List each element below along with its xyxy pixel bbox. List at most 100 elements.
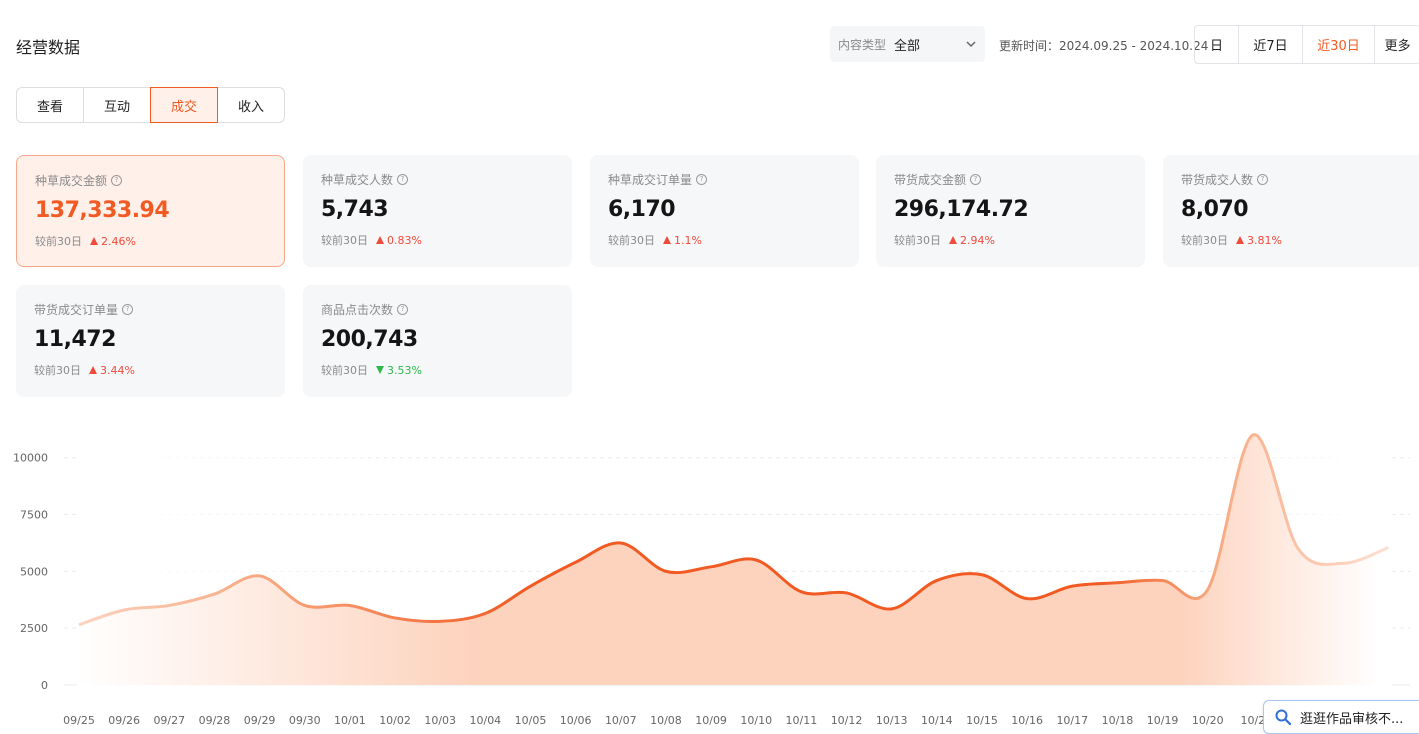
metric-card[interactable]: 种草成交订单量? 6,170 较前30日 1.1% bbox=[590, 155, 859, 267]
x-tick-label: 10/16 bbox=[1011, 714, 1043, 727]
metric-value: 11,472 bbox=[34, 327, 116, 352]
metric-card[interactable]: 商品点击次数? 200,743 较前30日 3.53% bbox=[303, 285, 572, 397]
metric-trend: 2.94% bbox=[949, 234, 995, 247]
data-point[interactable] bbox=[1295, 546, 1301, 552]
trend-chart: 025005000750010000 09/25 09/26 09/27 09/28 0… bbox=[13, 420, 1410, 727]
metric-tabs: 查看 互动 成交 收入 bbox=[16, 87, 285, 123]
metric-card[interactable]: 带货成交人数? 8,070 较前30日 3.81% bbox=[1163, 155, 1419, 267]
x-tick-label: 10/01 bbox=[334, 714, 366, 727]
data-point[interactable] bbox=[1250, 432, 1256, 438]
metric-value: 6,170 bbox=[608, 197, 676, 222]
y-tick-label: 10000 bbox=[13, 452, 48, 465]
trend-arrow-icon bbox=[376, 366, 384, 374]
x-tick-label: 10/10 bbox=[740, 714, 772, 727]
data-point[interactable] bbox=[753, 557, 759, 563]
help-icon[interactable]: ? bbox=[397, 304, 409, 315]
metric-compare-label: 较前30日 bbox=[894, 234, 941, 247]
tab-deal[interactable]: 成交 bbox=[150, 87, 218, 123]
range-more-button[interactable]: 更多 bbox=[1375, 26, 1419, 63]
data-point[interactable] bbox=[1069, 583, 1075, 589]
data-point[interactable] bbox=[166, 602, 172, 608]
metric-title: 商品点击次数 bbox=[321, 303, 394, 317]
data-point[interactable] bbox=[618, 540, 624, 546]
data-point[interactable] bbox=[889, 606, 895, 612]
data-point[interactable] bbox=[1205, 587, 1211, 593]
x-tick-label: 10/14 bbox=[921, 714, 953, 727]
x-tick-label: 10/02 bbox=[379, 714, 411, 727]
metric-change: 0.83% bbox=[387, 233, 422, 247]
metric-value: 200,743 bbox=[321, 327, 418, 352]
metric-title: 种草成交人数 bbox=[321, 173, 394, 187]
y-tick-label: 2500 bbox=[20, 622, 48, 635]
data-point[interactable] bbox=[392, 615, 398, 621]
chart-area-fade bbox=[77, 420, 1393, 686]
metric-trend: 3.44% bbox=[89, 364, 135, 377]
x-tick-label: 10/07 bbox=[605, 714, 637, 727]
content-type-label: 内容类型 bbox=[838, 37, 887, 52]
floating-search-widget[interactable]: 逛逛作品审核不... bbox=[1263, 700, 1419, 734]
metric-card[interactable]: 种草成交金额? 137,333.94 较前30日 2.46% bbox=[16, 155, 285, 267]
data-point[interactable] bbox=[573, 559, 579, 565]
range-day-button[interactable]: 日 bbox=[1195, 26, 1239, 63]
x-tick-label: 10/05 bbox=[515, 714, 547, 727]
metric-compare-label: 较前30日 bbox=[1181, 234, 1228, 247]
content-type-select[interactable]: 内容类型 全部 bbox=[830, 26, 985, 62]
data-point[interactable] bbox=[347, 602, 353, 608]
data-point[interactable] bbox=[1160, 577, 1166, 583]
y-tick-label: 7500 bbox=[20, 509, 48, 522]
trend-arrow-icon bbox=[376, 236, 384, 244]
tab-interaction[interactable]: 互动 bbox=[83, 87, 151, 123]
data-point[interactable] bbox=[798, 589, 804, 595]
data-point[interactable] bbox=[979, 572, 985, 578]
range-7d-button[interactable]: 近7日 bbox=[1239, 26, 1303, 63]
help-icon[interactable]: ? bbox=[122, 304, 134, 315]
help-icon[interactable]: ? bbox=[397, 174, 409, 185]
metric-change: 1.1% bbox=[674, 233, 702, 247]
data-point[interactable] bbox=[1385, 545, 1391, 551]
trend-arrow-icon bbox=[663, 236, 671, 244]
metric-compare-label: 较前30日 bbox=[608, 234, 655, 247]
data-point[interactable] bbox=[528, 583, 534, 589]
metric-value: 8,070 bbox=[1181, 197, 1249, 222]
range-30d-button[interactable]: 近30日 bbox=[1303, 26, 1375, 63]
x-tick-label: 10/19 bbox=[1147, 714, 1179, 727]
data-point[interactable] bbox=[257, 573, 263, 579]
metric-compare-label: 较前30日 bbox=[35, 235, 82, 248]
data-point[interactable] bbox=[844, 590, 850, 596]
x-tick-label: 09/28 bbox=[199, 714, 231, 727]
metric-trend: 3.81% bbox=[1236, 234, 1282, 247]
data-point[interactable] bbox=[302, 602, 308, 608]
chevron-down-icon bbox=[965, 38, 977, 50]
x-tick-label: 10/08 bbox=[650, 714, 682, 727]
metric-compare-label: 较前30日 bbox=[321, 234, 368, 247]
data-point[interactable] bbox=[663, 568, 669, 574]
data-point[interactable] bbox=[1340, 560, 1346, 566]
x-tick-label: 10/06 bbox=[560, 714, 592, 727]
metric-compare-label: 较前30日 bbox=[34, 364, 81, 377]
help-icon[interactable]: ? bbox=[111, 175, 123, 186]
x-tick-label: 10/03 bbox=[424, 714, 456, 727]
data-point[interactable] bbox=[437, 618, 443, 624]
data-point[interactable] bbox=[1024, 596, 1030, 602]
metric-title: 种草成交订单量 bbox=[608, 173, 693, 187]
metric-value: 296,174.72 bbox=[894, 197, 1029, 222]
data-point[interactable] bbox=[708, 564, 714, 570]
x-tick-label: 10/15 bbox=[966, 714, 998, 727]
data-point[interactable] bbox=[1114, 580, 1120, 586]
data-point[interactable] bbox=[934, 577, 940, 583]
data-point[interactable] bbox=[121, 607, 127, 613]
metric-card[interactable]: 带货成交订单量? 11,472 较前30日 3.44% bbox=[16, 285, 285, 397]
data-point[interactable] bbox=[76, 622, 82, 628]
data-point[interactable] bbox=[482, 610, 488, 616]
y-tick-label: 0 bbox=[41, 679, 48, 692]
page-title: 经营数据 bbox=[16, 38, 81, 57]
help-icon[interactable]: ? bbox=[1257, 174, 1269, 185]
metric-card[interactable]: 种草成交人数? 5,743 较前30日 0.83% bbox=[303, 155, 572, 267]
help-icon[interactable]: ? bbox=[696, 174, 708, 185]
update-time: 更新时间：2024.09.25 - 2024.10.24 bbox=[999, 39, 1209, 53]
tab-income[interactable]: 收入 bbox=[217, 87, 285, 123]
tab-view[interactable]: 查看 bbox=[16, 87, 84, 123]
data-point[interactable] bbox=[211, 591, 217, 597]
metric-card[interactable]: 带货成交金额? 296,174.72 较前30日 2.94% bbox=[876, 155, 1145, 267]
help-icon[interactable]: ? bbox=[970, 174, 982, 185]
